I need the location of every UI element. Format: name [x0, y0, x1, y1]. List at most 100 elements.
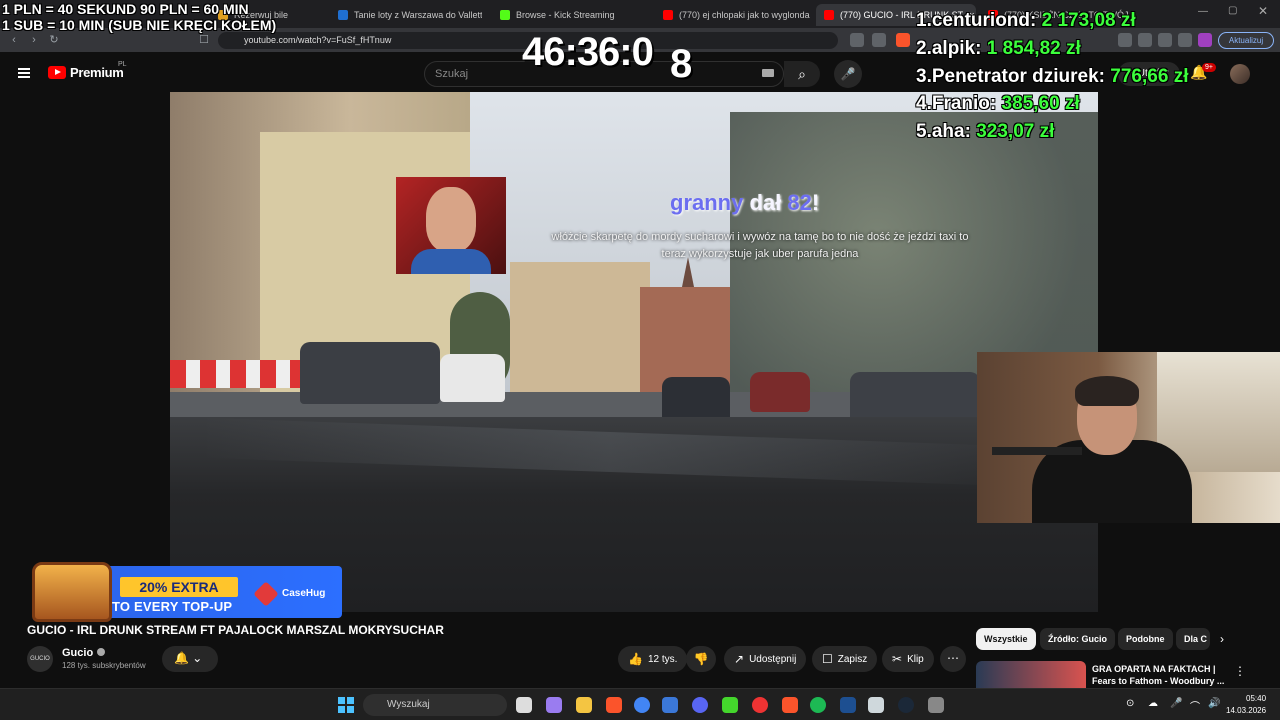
chip-source[interactable]: Źródło: Gucio [1040, 628, 1115, 650]
taskbar-clock[interactable]: 05:40 14.03.2026 [1226, 693, 1266, 717]
search-icon: ⌕ [798, 66, 806, 82]
brave-icon[interactable] [606, 697, 622, 713]
video-scene-car [750, 372, 810, 412]
leaderboard-entry: 5.aha: 323,07 zł [916, 121, 1054, 143]
wifi-icon[interactable]: ⌒ [1190, 698, 1200, 713]
youtube-icon [663, 10, 673, 20]
scissors-icon: ✂ [892, 652, 903, 666]
windows-taskbar: ⌕ Wyszukaj ⊙ ☁ 🎤 ⌒ 🔊 05:40 14.03.2026 [0, 688, 1280, 720]
tray-icon[interactable]: ⊙ [1126, 698, 1134, 709]
notepad-icon[interactable] [868, 697, 884, 713]
video-scene-car [440, 354, 505, 402]
reload-icon[interactable]: ↻ [46, 32, 62, 48]
dislike-button[interactable]: 👎 [686, 646, 716, 672]
facecam-face [426, 187, 476, 252]
channel-name-text: Gucio [62, 647, 94, 659]
extension-icon[interactable] [1138, 33, 1152, 47]
share-button[interactable]: ↗ Udostępnij [724, 646, 807, 672]
share-label: Udostępnij [749, 653, 797, 665]
youtube-logo-icon[interactable] [48, 66, 66, 79]
clip-button[interactable]: ✂ Klip [882, 646, 934, 672]
more-vert-icon[interactable]: ⋮ [1234, 664, 1246, 678]
vpn-icon[interactable] [1178, 33, 1192, 47]
brave-shield-icon[interactable] [896, 33, 910, 47]
obs-icon[interactable] [752, 697, 768, 713]
volume-icon[interactable]: 🔊 [1208, 698, 1220, 709]
window-close-icon[interactable]: ✕ [1258, 4, 1268, 18]
like-count: 12 tys. [647, 653, 678, 665]
update-button[interactable]: Aktualizuj [1218, 32, 1274, 49]
subscriber-count: 128 tys. subskrybentów [62, 661, 146, 670]
copilot-icon[interactable] [546, 697, 562, 713]
steam-icon[interactable] [898, 697, 914, 713]
channel-name[interactable]: Gucio [62, 647, 106, 659]
cast-icon[interactable] [850, 33, 864, 47]
country-code: PL [118, 61, 127, 68]
task-view-icon[interactable] [516, 697, 532, 713]
leaderboard-amount: 385,60 zł [1001, 93, 1080, 114]
subathon-rule: 1 SUB = 10 MIN (SUB NIE KRĘCI KOŁEM) [2, 17, 277, 33]
leaderboard-name: Franio: [931, 93, 997, 114]
donation-message: włóżcie skarpetę do mordy sucharowi i wy… [551, 231, 969, 260]
video-title: GUCIO - IRL DRUNK STREAM FT PAJALOCK MAR… [27, 623, 444, 637]
taskbar-search[interactable]: Wyszukaj [363, 694, 507, 716]
razer-icon[interactable] [722, 697, 738, 713]
video-player[interactable]: granny dał 82! włóżcie skarpetę do mordy… [170, 92, 1098, 612]
forward-icon[interactable]: › [26, 32, 42, 48]
tab-kick[interactable]: Browse - Kick Streaming [492, 4, 652, 26]
avatar[interactable] [1230, 64, 1250, 84]
windows-start-icon[interactable] [338, 697, 354, 713]
chip-all[interactable]: Wszystkie [976, 628, 1036, 650]
kick-icon [500, 10, 510, 20]
leaderboard-name: alpik: [931, 38, 982, 59]
maximize-icon[interactable]: ▢ [1228, 5, 1237, 16]
facecam-overlay [396, 177, 506, 274]
bookmark-icon[interactable]: ☐ [196, 32, 212, 48]
sidebar-icon[interactable] [1118, 33, 1132, 47]
like-button[interactable]: 👍 12 tys. [618, 646, 688, 672]
minimize-icon[interactable]: — [1198, 6, 1208, 17]
tab-flights[interactable]: Tanie loty z Warszawa do Valletta w [330, 4, 482, 26]
streamer-webcam [977, 352, 1280, 523]
brave-icon[interactable] [782, 697, 798, 713]
discord-icon[interactable] [692, 697, 708, 713]
youtube-icon [824, 10, 834, 20]
extension-icon[interactable] [1158, 33, 1172, 47]
search-button[interactable]: ⌕ [784, 61, 820, 87]
tab-label: Browse - Kick Streaming [516, 10, 615, 20]
youtube-brand[interactable]: Premium [70, 65, 124, 80]
keyboard-icon[interactable] [762, 69, 774, 77]
store-icon[interactable] [662, 697, 678, 713]
chip-related[interactable]: Podobne [1118, 628, 1173, 650]
video-scene-car [300, 342, 440, 404]
back-icon[interactable]: ‹ [6, 32, 22, 48]
tray-icon[interactable]: ☁ [1148, 698, 1158, 709]
leaderboard-entry: 1.centuriond: 2 173,08 zł [916, 10, 1136, 32]
profile-icon[interactable] [1198, 33, 1212, 47]
thumbs-up-icon: 👍 [628, 652, 643, 666]
settings-icon[interactable] [928, 697, 944, 713]
subscription-bell-button[interactable]: 🔔 ⌄ [162, 646, 218, 672]
share-icon[interactable] [872, 33, 886, 47]
channel-avatar[interactable]: GUCIO [27, 646, 53, 672]
notification-count: 9+ [1202, 63, 1216, 72]
leaderboard-name: Penetrator dziurek: [931, 66, 1106, 87]
microphone-icon[interactable]: 🎤 [1170, 698, 1182, 709]
voice-search-button[interactable]: 🎤 [834, 60, 862, 88]
tab-youtube-1[interactable]: (770) ej chlopaki jak to wyglonda - Y [655, 4, 810, 26]
app-icon[interactable] [840, 697, 856, 713]
chip-for-you[interactable]: Dla C [1176, 628, 1210, 650]
save-button[interactable]: ☐ Zapisz [812, 646, 878, 672]
more-actions-button[interactable]: ⋯ [940, 646, 966, 672]
save-label: Zapisz [837, 653, 868, 665]
spotify-icon[interactable] [810, 697, 826, 713]
menu-icon[interactable] [18, 68, 30, 78]
chrome-icon[interactable] [634, 697, 650, 713]
file-explorer-icon[interactable] [576, 697, 592, 713]
donation-exclamation: ! [811, 190, 820, 215]
chevron-right-icon[interactable]: › [1220, 632, 1224, 646]
recommendation-thumbnail[interactable] [976, 661, 1086, 691]
tab-favicon [338, 10, 348, 20]
facecam-shirt [411, 249, 491, 274]
recommendation-title[interactable]: GRA OPARTA NA FAKTACH | Fears to Fathom … [1092, 663, 1227, 687]
